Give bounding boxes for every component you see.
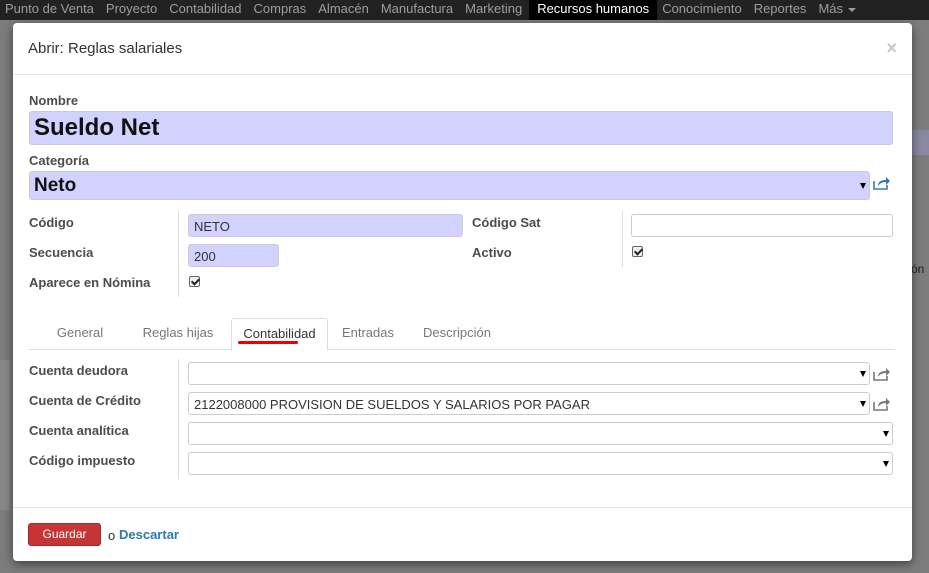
categoria-label: Categoría (29, 153, 89, 168)
field-separator (178, 211, 179, 297)
codigo-impuesto-label: Código impuesto (29, 453, 136, 468)
nombre-label: Nombre (29, 93, 79, 108)
cuenta-analitica-select[interactable] (188, 422, 893, 445)
codigo-label: Código (29, 215, 74, 230)
save-button[interactable]: Guardar (28, 523, 101, 546)
nombre-input[interactable]: Sueldo Net (29, 111, 893, 145)
notebook-tabs: General Reglas hijas Contabilidad Entrad… (28, 318, 895, 351)
tab-active-underline (238, 341, 298, 344)
nav-item-contabilidad[interactable]: Contabilidad (164, 0, 248, 20)
tab-reglas-hijas[interactable]: Reglas hijas (133, 318, 223, 350)
aparece-checkbox[interactable] (189, 276, 200, 287)
nav-item-conocimiento[interactable]: Conocimiento (657, 0, 749, 20)
cuenta-deudora-select[interactable] (188, 362, 870, 385)
nav-item-recursos-humanos[interactable]: Recursos humanos (529, 0, 658, 20)
chevron-down-icon (860, 182, 866, 189)
aparece-label: Aparece en Nómina (29, 275, 151, 290)
cuenta-credito-label: Cuenta de Crédito (29, 393, 141, 408)
categoria-value: Neto (34, 175, 77, 196)
nav-item-mas-label: Más (818, 1, 843, 16)
chevron-down-icon (860, 400, 866, 407)
modal-header: Abrir: Reglas salariales × (13, 23, 912, 75)
nav-item-proyecto[interactable]: Proyecto (101, 0, 164, 20)
nav-item-compras[interactable]: Compras (249, 0, 314, 20)
activo-label: Activo (472, 245, 512, 260)
codigo-sat-label: Código Sat (472, 215, 541, 230)
cuenta-analitica-label: Cuenta analítica (29, 423, 129, 438)
tab-general[interactable]: General (42, 318, 118, 350)
field-separator-accounting (178, 359, 179, 479)
discard-link[interactable]: Descartar (119, 527, 179, 542)
nav-item-punto-de-venta[interactable]: Punto de Venta (0, 0, 101, 20)
external-link-icon[interactable] (873, 367, 891, 381)
nav-item-mas[interactable]: Más (813, 0, 863, 20)
codigo-impuesto-select[interactable] (188, 452, 893, 475)
tab-contabilidad[interactable]: Contabilidad (231, 318, 328, 351)
tab-descripcion[interactable]: Descripción (412, 318, 502, 350)
or-text: o (108, 528, 116, 543)
close-icon[interactable]: × (886, 38, 897, 59)
cuenta-deudora-label: Cuenta deudora (29, 363, 128, 378)
nav-item-marketing[interactable]: Marketing (460, 0, 529, 20)
codigo-input[interactable]: NETO (188, 214, 463, 237)
background-scrollbar (0, 360, 10, 510)
modal-dialog: Abrir: Reglas salariales × Nombre Sueldo… (13, 23, 912, 561)
field-separator-right (622, 211, 623, 267)
categoria-select[interactable]: Neto (29, 171, 870, 200)
external-link-icon[interactable] (873, 397, 891, 411)
external-link-icon[interactable] (873, 176, 891, 190)
chevron-down-icon (860, 370, 866, 377)
background-highlight (911, 130, 929, 155)
caret-down-icon (848, 7, 856, 12)
chevron-down-icon (883, 460, 889, 467)
background-partial-text: ón (911, 262, 925, 276)
cuenta-credito-select[interactable]: 2122008000 PROVISION DE SUELDOS Y SALARI… (188, 392, 870, 415)
nav-item-manufactura[interactable]: Manufactura (376, 0, 460, 20)
top-navbar: Punto de Venta Proyecto Contabilidad Com… (0, 0, 929, 20)
tab-entradas[interactable]: Entradas (334, 318, 402, 350)
secuencia-label: Secuencia (29, 245, 94, 260)
codigo-sat-input[interactable] (631, 214, 893, 237)
chevron-down-icon (883, 430, 889, 437)
secuencia-input[interactable]: 200 (188, 244, 279, 267)
cuenta-credito-value: 2122008000 PROVISION DE SUELDOS Y SALARI… (194, 397, 590, 412)
modal-title: Abrir: Reglas salariales (28, 40, 183, 57)
nav-item-almacen[interactable]: Almacén (313, 0, 376, 20)
activo-checkbox[interactable] (632, 246, 643, 257)
nav-item-reportes[interactable]: Reportes (749, 0, 814, 20)
footer-separator (13, 507, 912, 508)
